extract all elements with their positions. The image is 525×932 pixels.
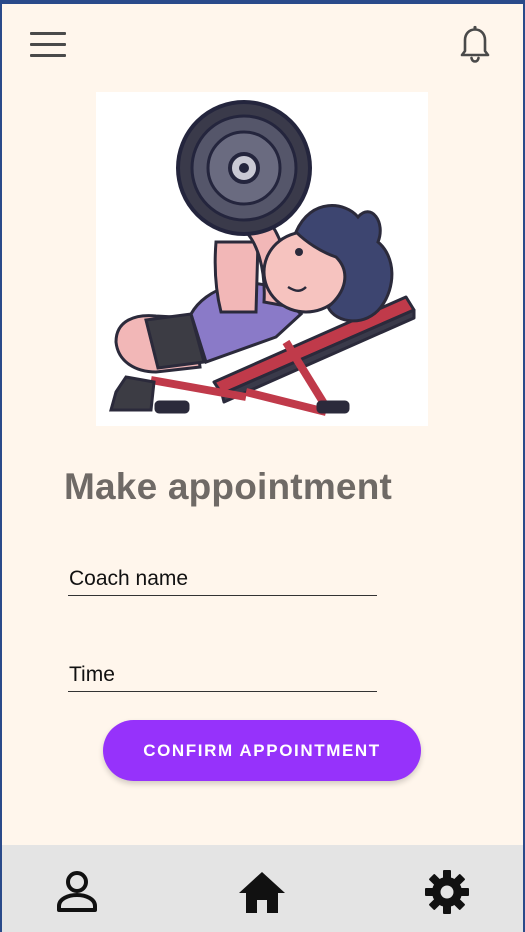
coach-name-input[interactable] — [68, 567, 378, 595]
time-field-container — [68, 663, 378, 692]
nav-settings-button[interactable] — [422, 867, 472, 917]
time-input[interactable] — [68, 663, 378, 691]
man-bench-pressing-barbell-cartoon — [109, 100, 416, 416]
menu-button[interactable] — [28, 26, 70, 62]
nav-profile-button[interactable] — [52, 867, 102, 917]
nav-home-button[interactable] — [237, 867, 287, 917]
gear-icon — [425, 870, 469, 914]
profile-icon — [57, 871, 97, 912]
notification-button[interactable] — [454, 22, 496, 64]
bell-icon — [460, 24, 490, 63]
home-icon — [239, 872, 285, 913]
app-screen: Make appointment CONFIRM APPOINTMENT — [2, 4, 523, 932]
coach-name-field-container — [68, 567, 378, 596]
confirm-appointment-button[interactable]: CONFIRM APPOINTMENT — [103, 720, 421, 781]
hero-illustration — [96, 92, 428, 426]
page-title: Make appointment — [64, 466, 393, 507]
bottom-navigation — [2, 845, 523, 932]
